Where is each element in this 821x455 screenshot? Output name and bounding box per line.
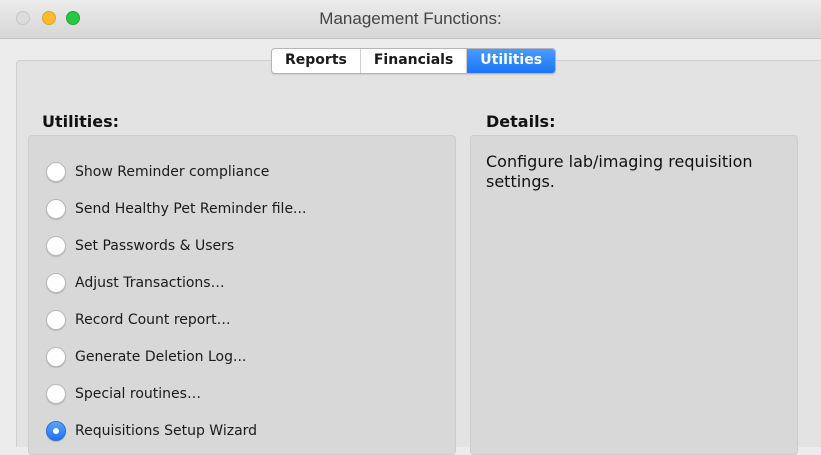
window-title: Management Functions: — [319, 9, 502, 28]
option-label: Record Count report… — [75, 311, 231, 328]
title-bar: Management Functions: — [0, 0, 821, 39]
option-label: Requisitions Setup Wizard — [75, 422, 258, 439]
radio-button[interactable] — [46, 161, 66, 182]
utilities-radio-group: Show Reminder compliance Send Healthy Pe… — [46, 153, 306, 449]
details-description: Configure lab/imaging requisition settin… — [486, 152, 753, 191]
option-label: Special routines… — [75, 385, 201, 402]
option-label: Show Reminder compliance — [75, 163, 270, 180]
utility-option-adjust-transactions[interactable]: Adjust Transactions… — [46, 264, 306, 301]
utility-option-special-routines[interactable]: Special routines… — [46, 375, 306, 412]
tab-bar: Reports Financials Utilities — [271, 48, 557, 74]
radio-button[interactable] — [46, 272, 66, 293]
radio-button[interactable] — [46, 346, 66, 367]
radio-button[interactable] — [46, 383, 66, 404]
option-label: Adjust Transactions… — [75, 274, 225, 291]
tab-financials[interactable]: Financials — [361, 49, 468, 73]
utility-option-generate-deletion-log[interactable]: Generate Deletion Log... — [46, 338, 306, 375]
radio-button[interactable] — [46, 309, 66, 330]
tab-utilities[interactable]: Utilities — [467, 49, 556, 73]
utility-option-send-healthy-pet-reminder[interactable]: Send Healthy Pet Reminder file... — [46, 190, 306, 227]
radio-button[interactable] — [46, 198, 66, 219]
utility-option-set-passwords-users[interactable]: Set Passwords & Users — [46, 227, 306, 264]
radio-button-selected[interactable] — [46, 420, 66, 441]
utility-option-show-reminder-compliance[interactable]: Show Reminder compliance — [46, 153, 306, 190]
tab-reports[interactable]: Reports — [272, 49, 361, 73]
utility-option-record-count-report[interactable]: Record Count report… — [46, 301, 306, 338]
radio-button[interactable] — [46, 235, 66, 256]
details-heading: Details: — [486, 112, 556, 131]
utilities-heading: Utilities: — [42, 112, 119, 131]
option-label: Set Passwords & Users — [75, 237, 235, 254]
utility-option-requisitions-setup-wizard[interactable]: Requisitions Setup Wizard — [46, 412, 306, 449]
option-label: Send Healthy Pet Reminder file... — [75, 200, 307, 217]
option-label: Generate Deletion Log... — [75, 348, 247, 365]
